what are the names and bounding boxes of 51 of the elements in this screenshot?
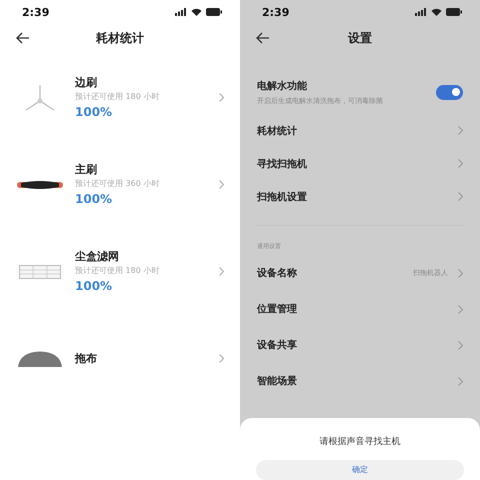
filter-icon [19,264,61,278]
status-time: 2:39 [22,6,50,18]
signal-icon [415,8,427,16]
consumable-item[interactable]: 尘盒滤网 预计还可使用 180 小时 100% [0,228,240,315]
chevron-icon [219,267,224,276]
consumable-name: 主刷 [75,162,98,178]
toggle-switch[interactable] [436,84,463,100]
chevron-icon [219,354,224,363]
back-icon[interactable] [256,32,270,44]
remaining-percent: 100% [75,104,114,120]
setting-label: 电解水功能 [257,80,308,92]
chevron-icon [458,126,463,135]
settings-item[interactable]: 智能场景 [240,363,480,399]
battery-icon [446,8,462,16]
consumable-item[interactable]: 边刷 预计还可使用 180 小时 100% [0,54,240,141]
chevron-icon [458,268,463,278]
chevron-icon [458,304,463,314]
chevron-icon [458,192,463,201]
consumable-item[interactable]: 主刷 预计还可使用 360 小时 100% [0,141,240,228]
sheet-message: 请根据声音寻找主机 [320,436,400,448]
chevron-icon [219,180,224,189]
roller-brush-icon [17,178,63,190]
chevron-icon [458,159,463,168]
remaining-time: 预计还可使用 360 小时 [75,178,160,190]
settings-item[interactable]: 寻找扫拖机 [240,147,480,180]
consumable-name: 边刷 [75,74,98,90]
settings-item[interactable]: 耗材统计 [240,114,480,147]
chevron-icon [219,93,224,102]
back-icon[interactable] [16,32,30,44]
remaining-percent: 100% [75,278,114,294]
wifi-icon [431,8,442,16]
consumable-name: 尘盒滤网 [75,248,120,264]
chevron-icon [458,376,463,386]
confirm-button[interactable]: 确定 [256,460,464,480]
remaining-percent: 100% [75,190,114,208]
battery-icon [206,8,222,16]
consumable-name: 拖布 [75,350,98,366]
signal-icon [175,8,187,16]
page-title: 耗材统计 [96,30,144,46]
status-time: 2:39 [262,6,290,18]
mop-pad-icon [18,350,62,366]
page-title: 设置 [348,30,372,46]
side-brush-icon [25,84,55,112]
remaining-time: 预计还可使用 180 小时 [75,264,160,276]
consumable-item[interactable]: 拖布 [0,315,240,402]
remaining-time: 预计还可使用 180 小时 [75,90,160,102]
chevron-icon [458,340,463,350]
settings-item[interactable]: 扫拖机设置 [240,180,480,213]
settings-item[interactable]: 位置管理 [240,291,480,327]
settings-item[interactable]: 设备共享 [240,327,480,363]
wifi-icon [191,8,202,16]
